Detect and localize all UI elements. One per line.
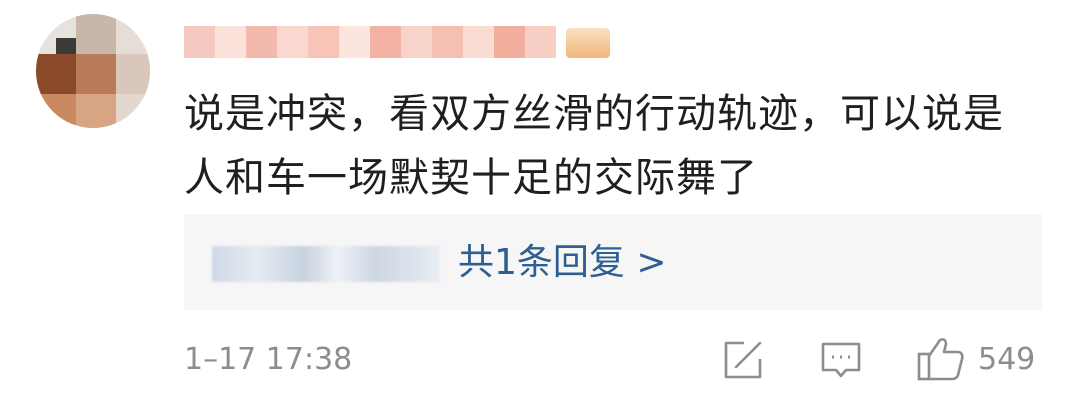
- thumbs-up-icon[interactable]: [916, 334, 966, 382]
- reply-preview[interactable]: 共1条回复 >: [184, 214, 1042, 310]
- comment-text: 说是冲突，看双方丝滑的行动轨迹，可以说是人和车一场默契十足的交际舞了: [184, 91, 1004, 201]
- username[interactable]: [184, 26, 556, 58]
- reply-username[interactable]: [212, 246, 440, 282]
- share-icon[interactable]: [722, 340, 764, 380]
- timestamp: 1–17 17:38: [184, 342, 353, 377]
- avatar[interactable]: [36, 14, 150, 128]
- view-replies-link[interactable]: 共1条回复 >: [458, 238, 667, 288]
- comment-icon[interactable]: [820, 340, 862, 382]
- comment-actions: 1–17 17:38 549: [0, 330, 1080, 390]
- vip-badge-icon: [566, 28, 610, 58]
- like-count: 549: [978, 342, 1036, 377]
